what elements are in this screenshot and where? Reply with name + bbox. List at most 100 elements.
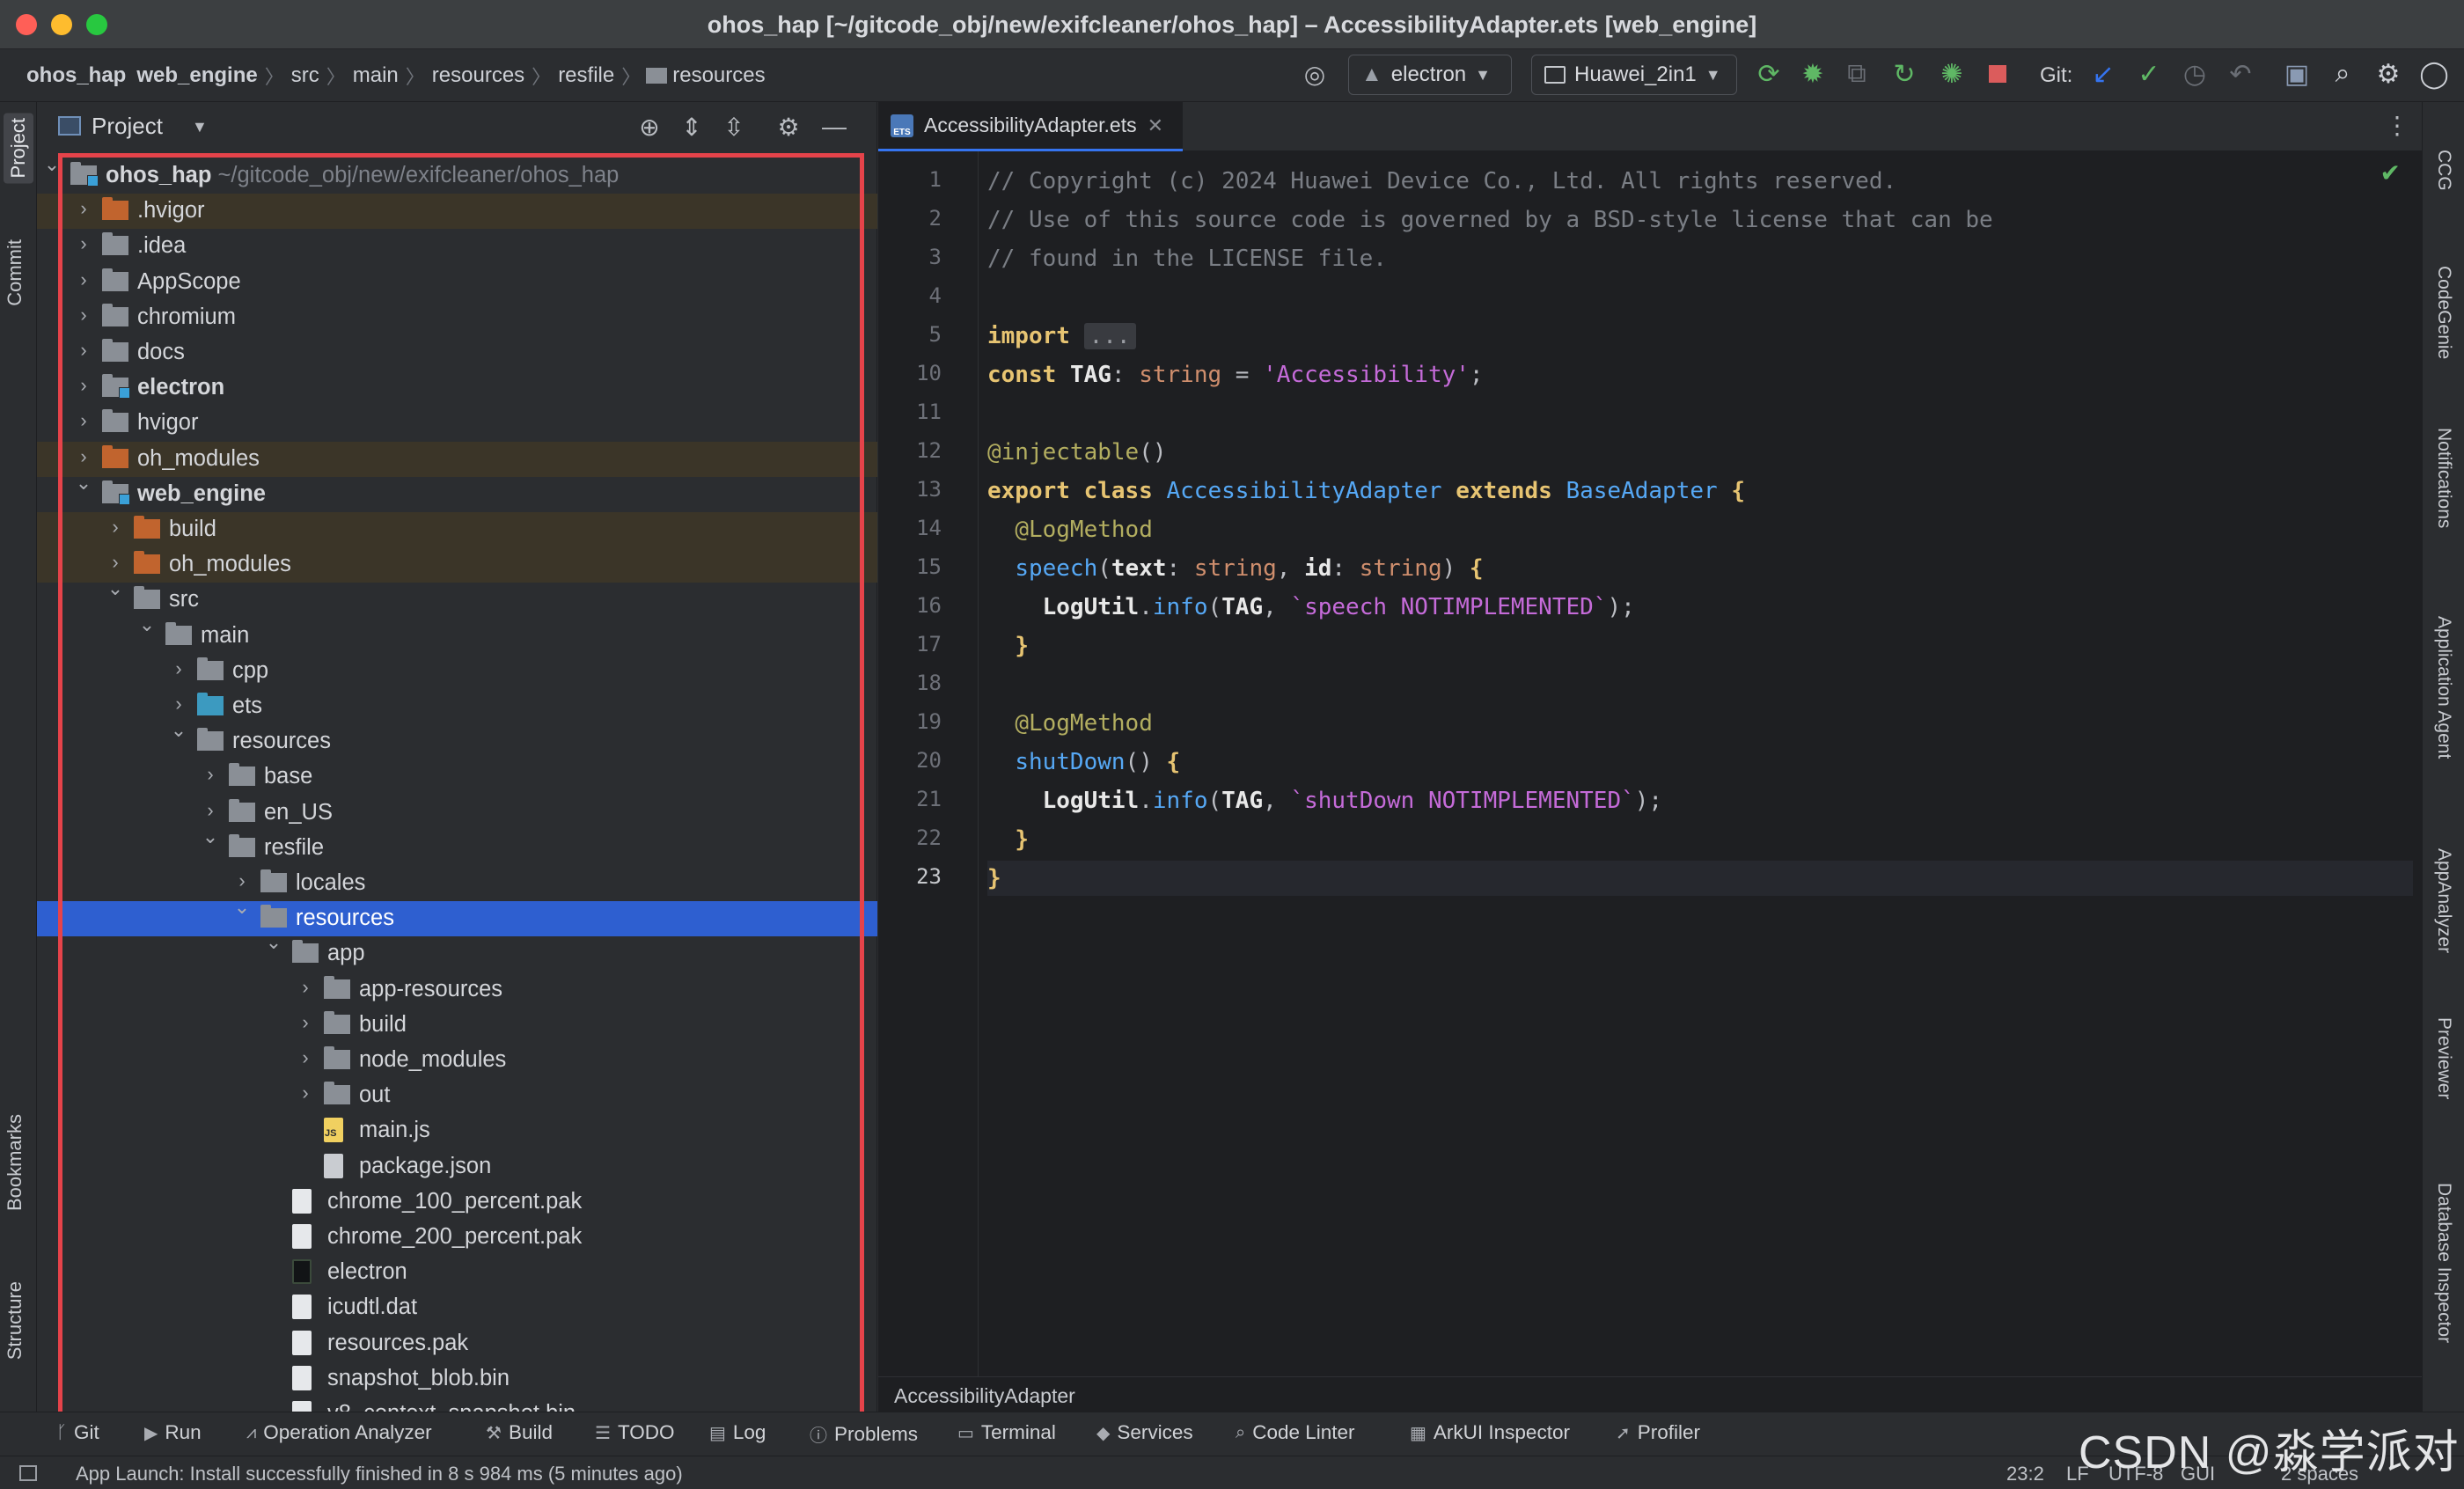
chevron-right-icon[interactable]: ›: [74, 339, 93, 362]
panel-toggle-icon[interactable]: [19, 1465, 37, 1481]
chevron-down-icon[interactable]: ⌄: [201, 825, 220, 848]
search-icon[interactable]: ⌕: [2327, 58, 2358, 90]
tool-profiler[interactable]: ➚ Profiler: [1616, 1421, 1700, 1444]
breadcrumb-item[interactable]: ohos_hap: [21, 63, 131, 88]
tree-item[interactable]: › en_US: [37, 796, 877, 831]
tree-item[interactable]: › cpp: [37, 654, 877, 689]
chevron-right-icon[interactable]: ›: [106, 551, 125, 574]
stop-icon[interactable]: [1982, 58, 2013, 90]
tree-item[interactable]: › chromium: [37, 300, 877, 335]
chevron-down-icon[interactable]: ⌄: [42, 153, 62, 176]
project-panel-title[interactable]: Project: [92, 113, 163, 140]
tool-tab-previewer[interactable]: Previewer: [2433, 1017, 2454, 1099]
rerun-icon[interactable]: ⟳: [1753, 58, 1785, 90]
tree-item[interactable]: › electron: [37, 370, 877, 406]
chevron-right-icon[interactable]: ›: [106, 516, 125, 539]
chevron-right-icon[interactable]: ›: [74, 409, 93, 432]
git-history-icon[interactable]: ◷: [2179, 58, 2211, 90]
tree-item[interactable]: ⌄ web_engine: [37, 472, 877, 512]
chevron-down-icon[interactable]: ⌄: [137, 613, 157, 636]
chevron-down-icon[interactable]: ⌄: [232, 896, 252, 919]
tree-item[interactable]: chrome_200_percent.pak: [37, 1220, 877, 1255]
tool-git[interactable]: ᚴ Git: [56, 1421, 99, 1444]
tree-item[interactable]: ⌄ ohos_hap ~/gitcode_obj/new/exifcleaner/…: [37, 153, 877, 194]
chevron-right-icon[interactable]: ›: [201, 799, 220, 822]
tool-todo[interactable]: ☰ TODO: [595, 1421, 675, 1444]
tree-item[interactable]: › node_modules: [37, 1043, 877, 1078]
more-options-icon[interactable]: ⋮: [2385, 111, 2409, 140]
device-select[interactable]: Huawei_2in1 ▼: [1531, 55, 1737, 95]
tool-tab-project[interactable]: Project: [4, 113, 33, 184]
breadcrumb-item[interactable]: resfile: [553, 63, 620, 88]
tool-services[interactable]: ◆ Services: [1096, 1421, 1193, 1444]
gear-icon[interactable]: ⚙: [773, 111, 804, 143]
chevron-right-icon[interactable]: ›: [74, 197, 93, 220]
tree-item[interactable]: › AppScope: [37, 265, 877, 300]
chevron-right-icon[interactable]: ›: [74, 232, 93, 255]
tree-item[interactable]: › docs: [37, 335, 877, 370]
settings-icon[interactable]: ⚙: [2372, 58, 2404, 90]
tool-tab-application-agent[interactable]: Application Agent: [2433, 616, 2454, 759]
expand-all-icon[interactable]: ⇕: [676, 111, 708, 143]
tree-item[interactable]: icudtl.dat: [37, 1290, 877, 1325]
project-structure-icon[interactable]: ▣: [2281, 58, 2313, 90]
tree-item[interactable]: › out: [37, 1078, 877, 1113]
breadcrumb-item[interactable]: main: [348, 63, 404, 88]
chevron-right-icon[interactable]: ›: [74, 268, 93, 291]
chevron-right-icon[interactable]: ›: [169, 693, 188, 715]
tree-item[interactable]: ⌄ resources: [37, 719, 877, 759]
tree-item[interactable]: › app-resources: [37, 972, 877, 1008]
tree-item[interactable]: resources.pak: [37, 1326, 877, 1361]
chevron-down-icon[interactable]: ⌄: [169, 719, 188, 742]
tree-item[interactable]: › .idea: [37, 229, 877, 264]
chevron-right-icon[interactable]: ›: [232, 869, 252, 892]
chevron-right-icon[interactable]: ›: [296, 1046, 315, 1069]
editor-breadcrumb[interactable]: AccessibilityAdapter: [878, 1376, 2422, 1412]
hide-panel-icon[interactable]: —: [818, 111, 850, 143]
tool-tab-ccg[interactable]: CCG: [2433, 150, 2454, 191]
apply-changes-icon[interactable]: ↻: [1888, 58, 1920, 90]
tree-item[interactable]: ⌄ resfile: [37, 825, 877, 866]
tool-tab-database-inspector[interactable]: Database Inspector: [2433, 1183, 2454, 1343]
breadcrumb-item[interactable]: web_engine: [131, 63, 262, 88]
chevron-right-icon[interactable]: ›: [74, 304, 93, 326]
tool-arkui-inspector[interactable]: ▦ ArkUI Inspector: [1410, 1421, 1570, 1444]
tree-item[interactable]: main.js: [37, 1113, 877, 1148]
chevron-right-icon[interactable]: ›: [201, 763, 220, 786]
tool-tab-notifications[interactable]: Notifications: [2433, 428, 2454, 528]
editor-tab[interactable]: ETS AccessibilityAdapter.ets ✕: [878, 102, 1184, 151]
account-icon[interactable]: ◯: [2418, 58, 2450, 90]
chevron-down-icon[interactable]: ▼: [192, 118, 208, 136]
caret-position[interactable]: 23:2: [2006, 1463, 2044, 1485]
tool-build[interactable]: ⚒ Build: [486, 1421, 553, 1444]
tree-item[interactable]: snapshot_blob.bin: [37, 1361, 877, 1397]
tree-item[interactable]: package.json: [37, 1149, 877, 1185]
breadcrumb-item[interactable]: resources: [672, 63, 770, 88]
tree-item[interactable]: electron: [37, 1255, 877, 1290]
tool-tab-appanalyzer[interactable]: AppAnalyzer: [2433, 848, 2454, 953]
breadcrumb-item[interactable]: resources: [427, 63, 530, 88]
git-rollback-icon[interactable]: ↶: [2225, 58, 2256, 90]
tree-item[interactable]: ⌄ main: [37, 613, 877, 654]
tool-tab-codegenie[interactable]: CodeGenie: [2433, 266, 2454, 359]
tool-terminal[interactable]: ▭ Terminal: [957, 1421, 1056, 1444]
run-config-select[interactable]: ▲ electron ▼: [1348, 55, 1512, 95]
tool-log[interactable]: ▤ Log: [709, 1421, 766, 1444]
git-update-icon[interactable]: ↙: [2087, 58, 2119, 90]
tree-item[interactable]: › .hvigor: [37, 194, 877, 230]
tool-tab-structure[interactable]: Structure: [4, 1281, 26, 1360]
tree-item[interactable]: › ets: [37, 689, 877, 724]
tree-item[interactable]: ⌄ resources: [37, 896, 877, 937]
tree-item[interactable]: ⌄ app: [37, 931, 877, 972]
no-problems-icon[interactable]: ✔: [2380, 158, 2401, 187]
tree-item[interactable]: › oh_modules: [37, 441, 877, 477]
tool-run[interactable]: ▶ Run: [144, 1421, 202, 1444]
tool-problems[interactable]: ⓘ Problems: [810, 1421, 918, 1447]
chevron-right-icon[interactable]: ›: [169, 657, 188, 680]
tool-code-linter[interactable]: ⌕ Code Linter: [1236, 1421, 1355, 1444]
tree-item[interactable]: › oh_modules: [37, 547, 877, 583]
tool-operation-analyzer[interactable]: ⩘ Operation Analyzer: [246, 1421, 432, 1444]
collapse-all-icon[interactable]: ⇳: [718, 111, 750, 143]
git-commit-icon[interactable]: ✓: [2133, 58, 2165, 90]
tool-tab-bookmarks[interactable]: Bookmarks: [4, 1114, 26, 1211]
